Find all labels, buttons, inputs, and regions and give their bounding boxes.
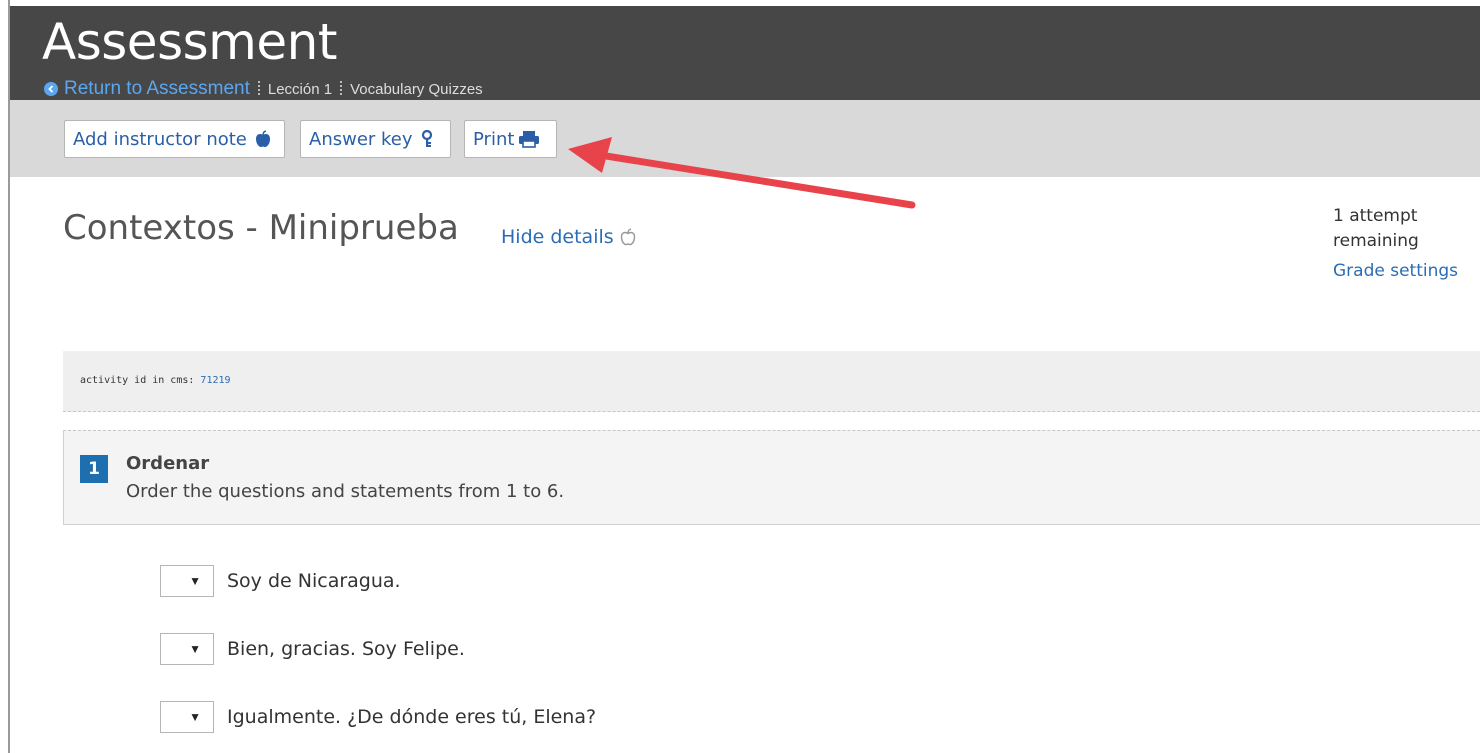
item-text: Soy de Nicaragua. bbox=[227, 570, 401, 592]
answer-key-button[interactable]: Answer key bbox=[300, 120, 451, 158]
window-left-edge bbox=[0, 0, 10, 753]
apple-outline-icon bbox=[620, 228, 636, 246]
attempts-count: 1 attempt bbox=[1333, 206, 1418, 226]
cms-id-text: activity id in cms: 71219 bbox=[80, 375, 231, 386]
cms-id-label: activity id in cms: bbox=[80, 375, 195, 386]
breadcrumb-separator bbox=[340, 81, 343, 97]
list-item: ▼ Soy de Nicaragua. bbox=[160, 565, 401, 597]
list-item: ▼ Igualmente. ¿De dónde eres tú, Elena? bbox=[160, 701, 596, 733]
page-heading: Assessment bbox=[42, 13, 337, 71]
breadcrumb-item-vocabulary-quizzes[interactable]: Vocabulary Quizzes bbox=[350, 81, 483, 98]
cms-info-box: activity id in cms: 71219 bbox=[63, 351, 1480, 412]
print-button[interactable]: Print bbox=[464, 120, 557, 158]
printer-icon bbox=[518, 130, 540, 148]
attempts-remaining-label: remaining bbox=[1333, 231, 1419, 251]
order-select[interactable]: ▼ bbox=[160, 633, 214, 665]
order-select[interactable]: ▼ bbox=[160, 565, 214, 597]
arrow-left-circle-icon[interactable] bbox=[44, 82, 58, 96]
answer-key-label: Answer key bbox=[309, 128, 413, 150]
question-instructions: Order the questions and statements from … bbox=[126, 481, 565, 502]
hide-details-link[interactable]: Hide details bbox=[501, 226, 636, 248]
caret-down-icon: ▼ bbox=[189, 642, 201, 656]
order-select[interactable]: ▼ bbox=[160, 701, 214, 733]
question-number-badge: 1 bbox=[80, 455, 108, 483]
item-text: Bien, gracias. Soy Felipe. bbox=[227, 638, 465, 660]
caret-down-icon: ▼ bbox=[189, 710, 201, 724]
hide-details-label: Hide details bbox=[501, 226, 614, 248]
breadcrumb-separator bbox=[257, 81, 260, 97]
key-icon bbox=[421, 130, 433, 148]
list-item: ▼ Bien, gracias. Soy Felipe. bbox=[160, 633, 465, 665]
breadcrumb-item-leccion[interactable]: Lección 1 bbox=[268, 81, 332, 98]
window-top-edge bbox=[0, 0, 1480, 6]
print-label: Print bbox=[473, 128, 515, 150]
caret-down-icon: ▼ bbox=[189, 574, 201, 588]
breadcrumb: Return to Assessment Lección 1 Vocabular… bbox=[44, 78, 483, 100]
annotation-arrow bbox=[568, 137, 916, 209]
return-to-assessment-link[interactable]: Return to Assessment bbox=[64, 78, 250, 100]
question-title: Ordenar bbox=[126, 453, 210, 474]
attempts-remaining: 1 attempt remaining bbox=[1333, 204, 1473, 254]
question-header: 1 Ordenar Order the questions and statem… bbox=[63, 430, 1480, 525]
item-text: Igualmente. ¿De dónde eres tú, Elena? bbox=[227, 706, 597, 728]
add-instructor-note-label: Add instructor note bbox=[73, 128, 247, 150]
cms-id-link[interactable]: 71219 bbox=[200, 375, 230, 386]
assessment-header: Assessment Return to Assessment Lección … bbox=[10, 6, 1480, 100]
add-instructor-note-button[interactable]: Add instructor note bbox=[64, 120, 285, 158]
grade-settings-link[interactable]: Grade settings bbox=[1333, 261, 1458, 281]
activity-title: Contextos - Miniprueba bbox=[63, 208, 459, 248]
apple-icon bbox=[255, 130, 271, 148]
